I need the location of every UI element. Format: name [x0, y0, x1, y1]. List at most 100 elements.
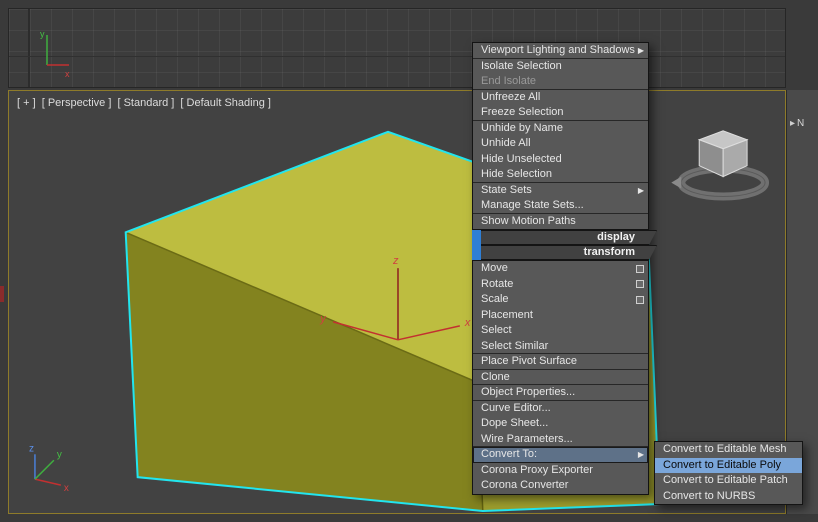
settings-box-icon[interactable] [636, 265, 644, 273]
menu-item-label: Object Properties... [481, 386, 575, 398]
menu-item-label: Place Pivot Surface [481, 355, 577, 367]
menu-item-dope-sheet[interactable]: Dope Sheet... [473, 416, 648, 432]
menu-item-move[interactable]: Move [473, 261, 648, 277]
menu-item-unhide-by-name[interactable]: Unhide by Name [473, 121, 648, 137]
quad-header-label: transform [584, 245, 635, 260]
menu-item-label: Corona Converter [481, 479, 568, 491]
axis-label-y: y [40, 29, 45, 39]
menu-item-label: Unhide by Name [481, 122, 563, 134]
menu-item-label: Convert To: [481, 448, 537, 460]
menu-item-label: Show Motion Paths [481, 215, 576, 227]
menu-item-isolate-selection[interactable]: Isolate Selection [473, 59, 648, 75]
menu-item-rotate[interactable]: Rotate [473, 277, 648, 293]
menu-item-label: Unhide All [481, 137, 531, 149]
quad-header-display[interactable]: display [472, 230, 649, 245]
submenu-arrow-icon: ▶ [638, 43, 644, 59]
quad-header-transform[interactable]: transform [472, 245, 649, 260]
quad-accent-square [472, 245, 481, 260]
menu-item-label: Placement [481, 309, 533, 321]
quad-header-label: display [597, 230, 635, 245]
menu-item-label: Select Similar [481, 340, 548, 352]
menu-item-label: End Isolate [481, 75, 536, 87]
menu-item-show-motion-paths[interactable]: Show Motion Paths [473, 214, 648, 230]
grid-major-line-horizontal [9, 56, 785, 57]
quad-display-section: Viewport Lighting and Shadows▶Isolate Se… [472, 42, 649, 230]
application-window: y x z x y [0, 0, 818, 522]
viewport-menu-standard[interactable]: [ Standard ] [117, 97, 174, 109]
settings-box-icon[interactable] [636, 280, 644, 288]
gizmo-label-z: z [392, 255, 399, 267]
menu-item-curve-editor[interactable]: Curve Editor... [473, 401, 648, 417]
viewport-menu-general[interactable]: [ + ] [17, 97, 36, 109]
menu-item-hide-selection[interactable]: Hide Selection [473, 167, 648, 183]
menu-item-wire-parameters[interactable]: Wire Parameters... [473, 432, 648, 448]
menu-item-label: Select [481, 324, 512, 336]
viewcube-ring-pointer[interactable] [671, 177, 681, 189]
menu-item-state-sets[interactable]: State Sets ▶ [473, 183, 648, 199]
menu-item-label: Hide Selection [481, 168, 552, 180]
menu-item-label: State Sets [481, 184, 532, 196]
menu-item-end-isolate: End Isolate [473, 74, 648, 90]
menu-item-freeze-selection[interactable]: Freeze Selection [473, 105, 648, 121]
menu-item-viewport-lighting-and-shadows[interactable]: Viewport Lighting and Shadows▶ [473, 43, 648, 59]
menu-item-clone[interactable]: Clone [473, 370, 648, 386]
menu-item-placement[interactable]: Placement [473, 308, 648, 324]
menu-item-corona-proxy-exporter[interactable]: Corona Proxy Exporter [473, 463, 648, 479]
menu-item-label: Isolate Selection [481, 60, 562, 72]
rollout-label: N [797, 118, 804, 129]
axis-label-x: x [65, 69, 70, 79]
quad-accent-square [472, 230, 481, 245]
menu-item-label: Convert to Editable Patch [663, 474, 788, 486]
world-axis-tripod-icon: z x y [29, 443, 69, 494]
menu-item-convert-to-editable-mesh[interactable]: Convert to Editable Mesh [655, 442, 802, 458]
menu-item-label: Dope Sheet... [481, 417, 548, 429]
menu-item-label: Rotate [481, 278, 513, 290]
submenu-arrow-icon: ▶ [638, 447, 644, 463]
top-view-axis-icon: y x [23, 21, 73, 81]
menu-item-label: Curve Editor... [481, 402, 551, 414]
quad-menu: Viewport Lighting and Shadows▶Isolate Se… [472, 42, 649, 495]
menu-item-manage-state-sets[interactable]: Manage State Sets... [473, 198, 648, 214]
menu-item-convert-to-editable-patch[interactable]: Convert to Editable Patch [655, 473, 802, 489]
menu-item-label: Scale [481, 293, 509, 305]
gizmo-label-x: x [464, 317, 471, 329]
tripod-label-x: x [64, 483, 69, 494]
menu-item-label: Wire Parameters... [481, 433, 573, 445]
viewport-menu-shading[interactable]: [ Default Shading ] [180, 97, 271, 109]
menu-item-unhide-all[interactable]: Unhide All [473, 136, 648, 152]
menu-item-hide-unselected[interactable]: Hide Unselected [473, 152, 648, 168]
menu-item-label: Freeze Selection [481, 106, 564, 118]
menu-item-label: Viewport Lighting and Shadows [481, 44, 635, 56]
menu-item-convert-to-editable-poly[interactable]: Convert to Editable Poly [655, 458, 802, 474]
menu-item-unfreeze-all[interactable]: Unfreeze All [473, 90, 648, 106]
menu-item-corona-converter[interactable]: Corona Converter [473, 478, 648, 494]
menu-item-select[interactable]: Select [473, 323, 648, 339]
menu-item-object-properties[interactable]: Object Properties... [473, 385, 648, 401]
menu-item-label: Convert to Editable Poly [663, 459, 781, 471]
menu-item-label: Move [481, 262, 508, 274]
settings-box-icon[interactable] [636, 296, 644, 304]
menu-item-label: Hide Unselected [481, 153, 562, 165]
menu-item-label: Manage State Sets... [481, 199, 584, 211]
menu-item-place-pivot-surface[interactable]: Place Pivot Surface [473, 354, 648, 370]
left-edge-marker [0, 286, 4, 302]
menu-item-label: Unfreeze All [481, 91, 540, 103]
tripod-label-y: y [57, 449, 62, 460]
viewcube[interactable] [671, 131, 765, 197]
menu-item-label: Convert to Editable Mesh [663, 443, 787, 455]
menu-item-select-similar[interactable]: Select Similar [473, 339, 648, 355]
menu-item-label: Convert to NURBS [663, 490, 755, 502]
menu-item-convert-to-nurbs[interactable]: Convert to NURBS [655, 489, 802, 505]
quad-transform-section: Move Rotate Scale Placement Select Select Sim… [472, 260, 649, 495]
tripod-label-z: z [29, 443, 34, 454]
rollout-header[interactable]: ▸N [790, 118, 804, 129]
convert-to-submenu: Convert to Editable Mesh Convert to Edita… [654, 441, 803, 505]
viewport-menu-pov[interactable]: [ Perspective ] [42, 97, 112, 109]
menu-item-scale[interactable]: Scale [473, 292, 648, 308]
submenu-arrow-icon: ▶ [638, 183, 644, 199]
menu-item-label: Clone [481, 371, 510, 383]
viewport-top[interactable]: y x [8, 8, 786, 88]
menu-item-convert-to[interactable]: Convert To: ▶ [473, 447, 648, 463]
rollout-arrow-icon: ▸ [790, 118, 795, 129]
menu-item-label: Corona Proxy Exporter [481, 464, 593, 476]
